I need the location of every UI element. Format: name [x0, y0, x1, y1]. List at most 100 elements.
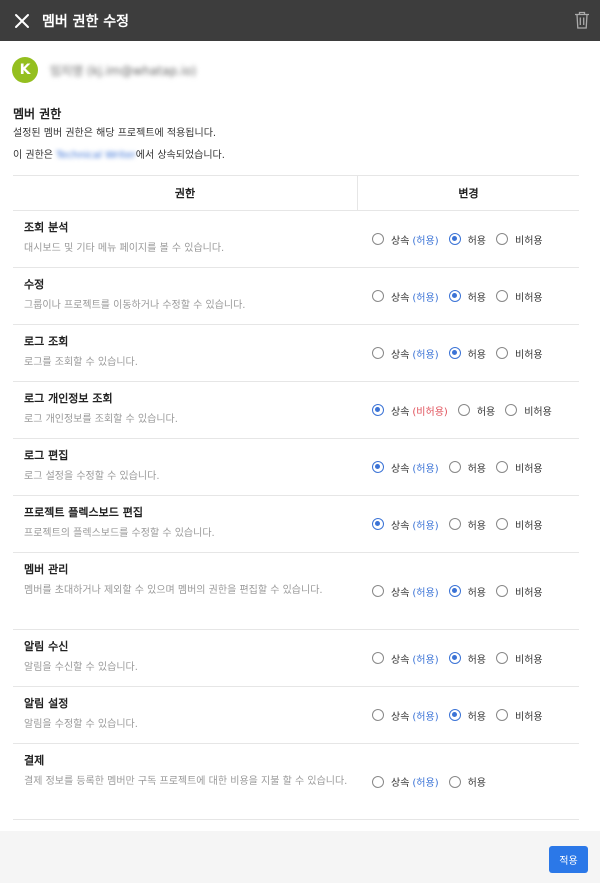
permission-name: 조회 분석 [24, 221, 69, 234]
column-header-permission: 권한 [13, 176, 358, 210]
radio-inherit[interactable]: 상속 (허용) [372, 584, 439, 599]
radio-button[interactable] [372, 347, 384, 359]
delete-button[interactable] [572, 10, 592, 30]
column-header-change: 변경 [458, 187, 479, 200]
radio-allow[interactable]: 허용 [448, 517, 486, 532]
radio-button[interactable] [448, 518, 461, 530]
radio-button[interactable] [372, 461, 384, 473]
radio-inherit[interactable]: 상속 (허용) [372, 774, 439, 789]
radio-deny[interactable]: 비허용 [496, 232, 543, 247]
radio-button[interactable] [372, 518, 384, 530]
radio-allow[interactable]: 허용 [448, 289, 486, 304]
radio-allow[interactable]: 허용 [448, 651, 487, 666]
radio-inherit-label: 상속 [391, 587, 410, 599]
permission-name: 알림 수신 [24, 640, 69, 653]
radio-button[interactable] [496, 709, 509, 721]
radio-button[interactable] [448, 652, 461, 664]
avatar: K [12, 57, 38, 83]
radio-deny[interactable]: 비허용 [496, 708, 543, 723]
radio-deny[interactable]: 비허용 [496, 460, 543, 475]
section-description: 설정된 멤버 권한은 해당 프로젝트에 적용됩니다. [13, 128, 217, 139]
radio-button[interactable] [448, 461, 461, 473]
permission-description: 결제 정보를 등록한 멤버만 구독 프로젝트에 대한 비용을 지불 할 수 있습… [24, 776, 348, 787]
radio-button[interactable] [496, 290, 509, 302]
radio-button[interactable] [372, 404, 384, 416]
radio-allow-label: 허용 [467, 587, 487, 599]
radio-button[interactable] [496, 585, 509, 597]
radio-allow-label: 허용 [467, 235, 487, 247]
radio-deny[interactable]: 비허용 [496, 651, 543, 666]
radio-button[interactable] [496, 233, 509, 245]
table-header: 권한 변경 [13, 176, 579, 211]
radio-allow-label: 허용 [467, 654, 487, 666]
apply-button[interactable]: 적용 [549, 846, 588, 873]
table-row: 수정 그룹이나 프로젝트를 이동하거나 수정할 수 있습니다. 상속 (허용) 허용 비허… [13, 268, 579, 325]
permission-table: 권한 변경 조회 분석 대시보드 및 기타 메뉴 페이지를 볼 수 있습니다. 상속… [13, 175, 579, 820]
radio-inherit[interactable]: 상속 (허용) [372, 346, 439, 361]
radio-allow[interactable]: 허용 [448, 232, 487, 247]
radio-button[interactable] [496, 518, 509, 530]
radio-deny[interactable]: 비허용 [496, 289, 543, 304]
permission-cell: 멤버 관리 멤버를 초대하거나 제외할 수 있으며 멤버의 권한을 편집할 수 있… [13, 553, 358, 629]
radio-allow[interactable]: 허용 [448, 774, 487, 789]
radio-inherit[interactable]: 상속 (허용) [372, 517, 439, 532]
inherited-value: (비허용) [412, 406, 448, 418]
radio-button[interactable] [448, 709, 461, 721]
radio-button[interactable] [372, 233, 384, 245]
radio-button[interactable] [496, 461, 509, 473]
radio-button[interactable] [448, 233, 461, 245]
radio-inherit[interactable]: 상속 (허용) [372, 289, 439, 304]
permission-cell: 로그 개인정보 조회 로그 개인정보를 조회할 수 있습니다. [13, 382, 358, 438]
inherited-value: (허용) [412, 778, 439, 789]
radio-button[interactable] [448, 775, 461, 788]
radio-deny-label: 비허용 [515, 463, 543, 475]
radio-button[interactable] [372, 585, 384, 597]
permission-cell: 알림 수신 알림을 수신할 수 있습니다. [13, 630, 358, 686]
radio-button[interactable] [448, 347, 461, 359]
radio-allow[interactable]: 허용 [448, 346, 487, 361]
close-button[interactable] [12, 11, 32, 31]
inherited-value: (허용) [412, 654, 439, 666]
radio-button[interactable] [372, 775, 384, 788]
permission-description: 로그 개인정보를 조회할 수 있습니다. [24, 414, 178, 425]
permission-cell: 프로젝트 플렉스보드 편집 프로젝트의 플렉스보드를 수정할 수 있습니다. [13, 496, 358, 552]
radio-allow[interactable]: 허용 [448, 708, 486, 723]
radio-allow[interactable]: 허용 [457, 403, 495, 418]
radio-button[interactable] [457, 404, 470, 416]
inherited-value: (허용) [412, 235, 439, 247]
radio-inherit[interactable]: 상속 (허용) [372, 708, 439, 723]
radio-inherit[interactable]: 상속 (허용) [372, 232, 439, 247]
radio-allow-label: 허용 [467, 778, 487, 789]
radio-deny-label: 비허용 [515, 520, 543, 532]
radio-inherit-label: 상속 [391, 654, 410, 666]
permission-cell: 알림 설정 알림을 수정할 수 있습니다. [13, 687, 358, 743]
table-row: 로그 개인정보 조회 로그 개인정보를 조회할 수 있습니다. 상속 (비허용) 허용 비… [13, 382, 579, 439]
radio-allow[interactable]: 허용 [448, 460, 486, 475]
radio-deny-label: 비허용 [515, 654, 543, 666]
radio-button[interactable] [372, 652, 384, 664]
radio-deny[interactable]: 비허용 [496, 584, 543, 599]
radio-button[interactable] [496, 652, 509, 664]
radio-button[interactable] [448, 585, 461, 597]
radio-deny[interactable]: 비허용 [496, 517, 543, 532]
modal-title: 멤버 권한 수정 [42, 13, 130, 30]
radio-deny[interactable]: 비허용 [496, 346, 543, 361]
radio-deny[interactable]: 비허용 [505, 403, 552, 418]
radio-inherit-label: 상속 [391, 520, 410, 532]
radio-button[interactable] [372, 290, 384, 302]
radio-button[interactable] [448, 290, 461, 302]
inherited-role-link[interactable]: Technical Writer [56, 150, 136, 161]
radio-button[interactable] [505, 404, 518, 416]
radio-inherit[interactable]: 상속 (허용) [372, 460, 439, 475]
permission-description: 로그를 조회할 수 있습니다. [24, 357, 138, 368]
permission-cell: 로그 조회 로그를 조회할 수 있습니다. [13, 325, 358, 381]
radio-inherit[interactable]: 상속 (비허용) [372, 403, 448, 418]
radio-allow-label: 허용 [467, 349, 487, 361]
radio-allow[interactable]: 허용 [448, 584, 487, 599]
radio-button[interactable] [496, 347, 509, 359]
inherited-value: (허용) [412, 463, 439, 475]
radio-button[interactable] [372, 709, 384, 721]
radio-inherit[interactable]: 상속 (허용) [372, 651, 439, 666]
permission-name: 수정 [24, 278, 45, 291]
radio-inherit-label: 상속 [391, 292, 410, 304]
